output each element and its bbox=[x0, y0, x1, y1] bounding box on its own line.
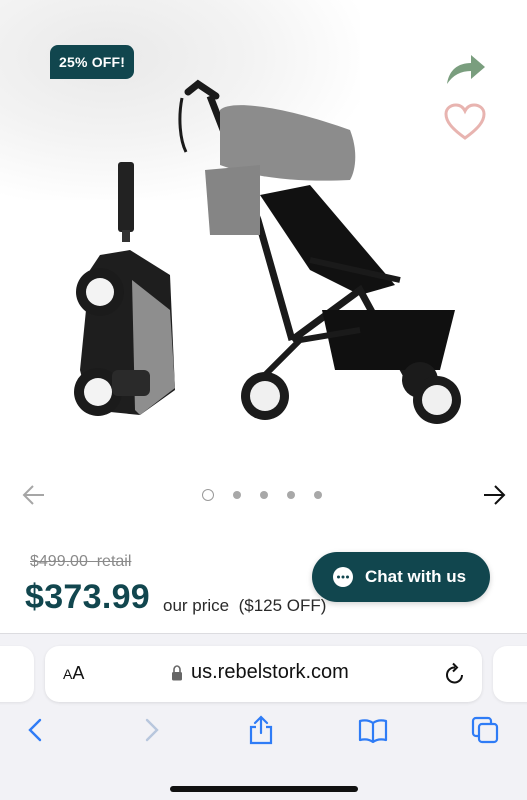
chevron-left-icon[interactable] bbox=[20, 714, 52, 746]
home-indicator bbox=[170, 786, 358, 792]
carousel-dot[interactable] bbox=[314, 491, 322, 499]
stroller-product-image bbox=[74, 79, 461, 424]
url-text[interactable]: us.rebelstork.com bbox=[191, 661, 349, 684]
carousel-dot[interactable] bbox=[233, 491, 241, 499]
sale-price: $373.99 bbox=[25, 578, 151, 616]
arrow-right-icon[interactable] bbox=[480, 482, 508, 508]
chat-button[interactable]: Chat with us bbox=[312, 552, 490, 602]
chevron-right-icon[interactable] bbox=[135, 714, 167, 746]
next-tab-preview[interactable] bbox=[493, 646, 527, 702]
browser-toolbar: AA us.rebelstork.com bbox=[0, 633, 527, 800]
open-stroller bbox=[178, 79, 461, 424]
arrow-left-icon[interactable] bbox=[20, 482, 48, 508]
folded-stroller bbox=[74, 162, 175, 416]
tabs-icon[interactable] bbox=[469, 714, 501, 746]
chat-button-label: Chat with us bbox=[365, 567, 467, 586]
reload-icon[interactable] bbox=[444, 662, 466, 686]
share-icon[interactable] bbox=[245, 714, 277, 746]
carousel-dot[interactable] bbox=[202, 489, 214, 501]
retail-price: $499.00 retail bbox=[30, 553, 132, 570]
address-bar[interactable]: AA us.rebelstork.com bbox=[45, 646, 482, 702]
lock-icon bbox=[172, 665, 182, 681]
product-gallery: 25% OFF! bbox=[0, 0, 527, 470]
carousel-dot[interactable] bbox=[287, 491, 295, 499]
chat-bubble-icon bbox=[333, 567, 353, 587]
carousel-dot[interactable] bbox=[260, 491, 268, 499]
book-icon[interactable] bbox=[357, 714, 389, 746]
page-settings-button[interactable]: AA bbox=[63, 663, 84, 684]
carousel-dots bbox=[202, 488, 322, 502]
price-label: our price ($125 OFF) bbox=[163, 596, 327, 615]
previous-tab-preview[interactable] bbox=[0, 646, 34, 702]
